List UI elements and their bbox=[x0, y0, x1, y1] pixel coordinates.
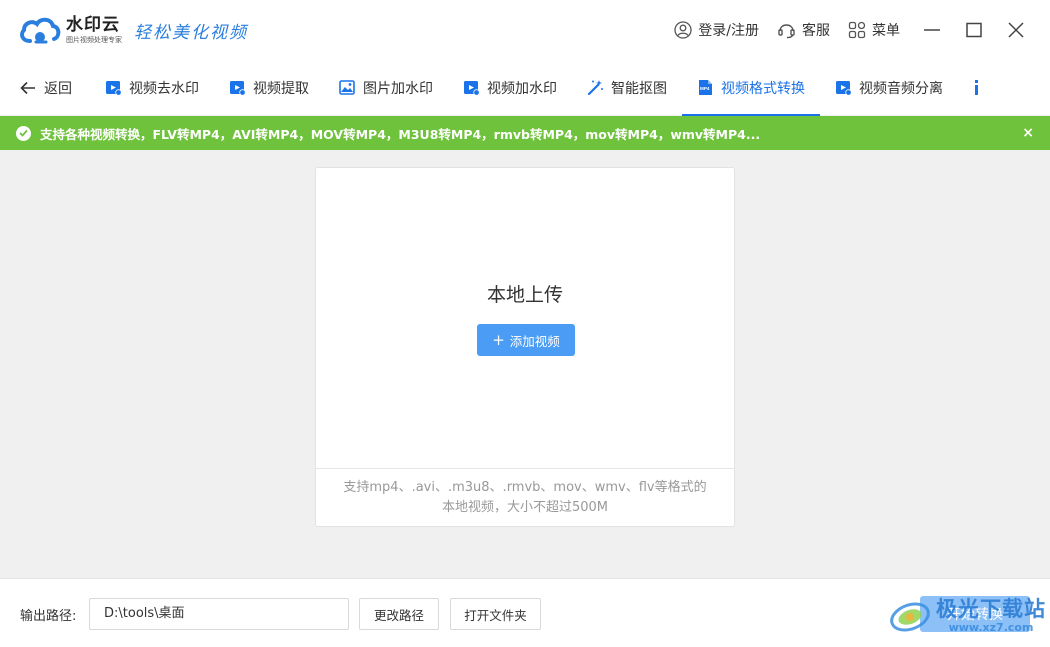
watermark-logo-icon bbox=[890, 602, 930, 632]
video-remove-icon bbox=[106, 81, 122, 96]
plus-icon: + bbox=[492, 331, 505, 349]
video-audio-icon bbox=[836, 81, 852, 96]
site-watermark: 极光下载站 www.xz7.com bbox=[888, 590, 1048, 640]
close-icon bbox=[1008, 22, 1024, 38]
image-watermark-icon bbox=[339, 80, 355, 95]
grid-menu-icon bbox=[848, 21, 866, 39]
headset-icon bbox=[778, 24, 795, 39]
service-button[interactable]: 客服 bbox=[777, 20, 830, 40]
tab-video-extract[interactable]: 视频提取 bbox=[214, 60, 324, 116]
upload-card[interactable]: 本地上传 + 添加视频 支持mp4、.avi、.m3u8、.rmvb、mov、w… bbox=[315, 167, 735, 527]
upload-hint: 支持mp4、.avi、.m3u8、.rmvb、mov、wmv、flv等格式的 本… bbox=[316, 478, 734, 518]
more-info-icon bbox=[975, 80, 978, 95]
tab-label: 图片加水印 bbox=[363, 80, 433, 97]
add-video-label: 添加视频 bbox=[509, 333, 560, 349]
back-label: 返回 bbox=[44, 80, 72, 97]
arrow-left-icon bbox=[20, 81, 35, 94]
upload-title: 本地上传 bbox=[486, 284, 563, 306]
tab-video-audio-split[interactable]: 视频音频分离 bbox=[820, 60, 958, 116]
user-icon bbox=[674, 21, 692, 39]
open-folder-button[interactable]: 打开文件夹 bbox=[450, 598, 541, 630]
cloud-logo-icon bbox=[20, 17, 61, 44]
upload-hint-line-1: 支持mp4、.avi、.m3u8、.rmvb、mov、wmv、flv等格式的 bbox=[343, 480, 707, 495]
tab-smart-cutout[interactable]: 智能抠图 bbox=[572, 60, 682, 116]
app-name: 水印云 bbox=[66, 15, 120, 35]
tab-label: 视频音频分离 bbox=[859, 80, 943, 97]
upload-hint-line-2: 本地视频，大小不超过500M bbox=[441, 500, 609, 515]
tab-label: 视频加水印 bbox=[487, 80, 557, 97]
check-circle-icon bbox=[16, 125, 31, 141]
maximize-button[interactable] bbox=[964, 20, 984, 40]
tab-video-remove-watermark[interactable]: 视频去水印 bbox=[90, 60, 214, 116]
close-window-button[interactable] bbox=[1006, 20, 1026, 40]
tab-label: 视频提取 bbox=[253, 80, 309, 97]
video-watermark-icon bbox=[464, 81, 480, 96]
tab-video-add-watermark[interactable]: 视频加水印 bbox=[448, 60, 572, 116]
tab-label: 视频去水印 bbox=[129, 80, 199, 97]
banner-close-icon[interactable]: × bbox=[1022, 125, 1034, 141]
minimize-button[interactable] bbox=[922, 20, 942, 40]
menu-label: 菜单 bbox=[872, 23, 900, 39]
login-button[interactable]: 登录/注册 bbox=[674, 20, 759, 40]
login-label: 登录/注册 bbox=[698, 23, 759, 39]
maximize-icon bbox=[966, 22, 982, 38]
feature-nav: 返回 视频去水印 视频提取 图片加水印 视频加水印 智能抠图 MP4 视频格式转… bbox=[0, 60, 1050, 116]
tab-video-format-convert[interactable]: MP4 视频格式转换 bbox=[682, 60, 820, 116]
magic-wand-icon bbox=[587, 80, 603, 96]
banner-text: 支持各种视频转换，FLV转MP4，AVI转MP4，MOV转MP4，M3U8转MP… bbox=[40, 126, 761, 142]
tab-more[interactable] bbox=[958, 60, 979, 116]
menu-button[interactable]: 菜单 bbox=[848, 20, 900, 40]
title-bar: 水印云 图片视频处理专家 轻松美化视频 登录/注册 客服 菜单 bbox=[0, 0, 1050, 60]
tab-label: 视频格式转换 bbox=[721, 80, 805, 97]
app-subtitle: 图片视频处理专家 bbox=[66, 36, 122, 44]
card-divider bbox=[316, 468, 734, 469]
watermark-name: 极光下载站 bbox=[936, 596, 1046, 621]
change-path-button[interactable]: 更改路径 bbox=[359, 598, 439, 630]
output-path-label: 输出路径: bbox=[20, 609, 77, 624]
add-video-button[interactable]: + 添加视频 bbox=[477, 324, 575, 356]
tab-label: 智能抠图 bbox=[611, 80, 667, 97]
back-button[interactable]: 返回 bbox=[0, 60, 90, 116]
mp4-file-icon: MP4 bbox=[699, 80, 712, 95]
output-path-field[interactable]: D:\tools\桌面 bbox=[89, 598, 349, 630]
svg-text:MP4: MP4 bbox=[700, 86, 710, 91]
video-extract-icon bbox=[230, 81, 246, 96]
notice-banner: 支持各种视频转换，FLV转MP4，AVI转MP4，MOV转MP4，M3U8转MP… bbox=[0, 116, 1050, 150]
app-slogan: 轻松美化视频 bbox=[134, 22, 248, 43]
service-label: 客服 bbox=[802, 23, 830, 39]
tab-image-add-watermark[interactable]: 图片加水印 bbox=[324, 60, 448, 116]
app-logo: 水印云 图片视频处理专家 bbox=[18, 15, 122, 45]
minimize-icon bbox=[924, 29, 940, 31]
watermark-url: www.xz7.com bbox=[948, 620, 1034, 634]
